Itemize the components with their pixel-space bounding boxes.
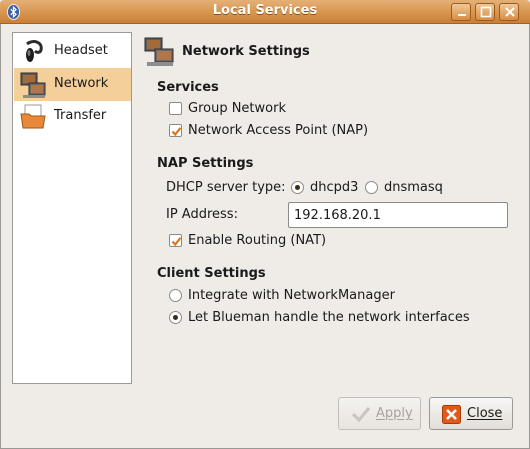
- close-x-icon: [442, 405, 461, 428]
- checkmark-icon: [171, 237, 182, 247]
- ip-address-label: IP Address:: [166, 207, 238, 222]
- dhcp-option-dhcpd3[interactable]: dhcpd3: [291, 180, 361, 196]
- routing-option[interactable]: Enable Routing (NAT): [169, 233, 339, 249]
- dhcpd3-label: dhcpd3: [310, 180, 359, 195]
- apply-button[interactable]: Apply: [338, 397, 421, 430]
- client-option-networkmanager[interactable]: Integrate with NetworkManager: [169, 288, 399, 304]
- sidebar-item-transfer[interactable]: Transfer: [14, 100, 131, 133]
- maximize-button[interactable]: [475, 3, 495, 21]
- sidebar-item-label: Headset: [54, 43, 108, 58]
- group-network-label: Group Network: [188, 101, 286, 116]
- network-icon: [19, 71, 47, 99]
- networkmanager-label: Integrate with NetworkManager: [188, 288, 395, 303]
- services-sidebar[interactable]: Headset Network Transfer: [12, 32, 132, 384]
- group-network-checkbox[interactable]: [169, 102, 182, 115]
- apply-check-icon: [351, 405, 371, 427]
- section-title-services: Services: [157, 80, 219, 95]
- routing-checkbox[interactable]: [169, 234, 182, 247]
- title-bar[interactable]: Local Services: [0, 0, 530, 24]
- section-title-client-settings: Client Settings: [157, 266, 266, 281]
- section-title-nap-settings: NAP Settings: [157, 156, 254, 171]
- dnsmasq-label: dnsmasq: [384, 180, 443, 195]
- dhcp-option-dnsmasq[interactable]: dnsmasq: [365, 180, 449, 196]
- sidebar-item-headset[interactable]: Headset: [14, 35, 131, 68]
- minimize-icon: [458, 14, 466, 16]
- dhcpd3-radio[interactable]: [291, 181, 304, 194]
- minimize-button[interactable]: [451, 3, 471, 21]
- nap-label: Network Access Point (NAP): [188, 123, 369, 138]
- dnsmasq-radio[interactable]: [365, 181, 378, 194]
- page-title: Network Settings: [182, 44, 310, 59]
- client-option-blueman[interactable]: Let Blueman handle the network interface…: [169, 310, 470, 326]
- sidebar-item-network[interactable]: Network: [14, 68, 131, 101]
- headset-icon: [19, 38, 47, 66]
- dhcp-server-type-label: DHCP server type:: [166, 180, 286, 195]
- group-network-option[interactable]: Group Network: [169, 101, 339, 117]
- close-window-button[interactable]: [499, 3, 519, 21]
- close-button[interactable]: Close: [429, 397, 513, 430]
- ip-address-input[interactable]: [288, 202, 508, 228]
- routing-label: Enable Routing (NAT): [188, 233, 327, 248]
- blueman-radio[interactable]: [169, 311, 182, 324]
- sidebar-item-label: Network: [54, 76, 109, 91]
- sidebar-item-label: Transfer: [54, 108, 107, 123]
- transfer-folder-icon: [19, 103, 47, 131]
- maximize-icon: [480, 6, 492, 18]
- network-settings-icon: [144, 37, 176, 67]
- nap-checkbox[interactable]: [169, 124, 182, 137]
- close-button-label: Close: [467, 406, 503, 421]
- checkmark-icon: [171, 127, 182, 137]
- nap-option[interactable]: Network Access Point (NAP): [169, 123, 399, 139]
- blueman-label: Let Blueman handle the network interface…: [188, 310, 470, 325]
- close-icon: [505, 7, 515, 17]
- apply-button-label: Apply: [376, 406, 413, 421]
- networkmanager-radio[interactable]: [169, 289, 182, 302]
